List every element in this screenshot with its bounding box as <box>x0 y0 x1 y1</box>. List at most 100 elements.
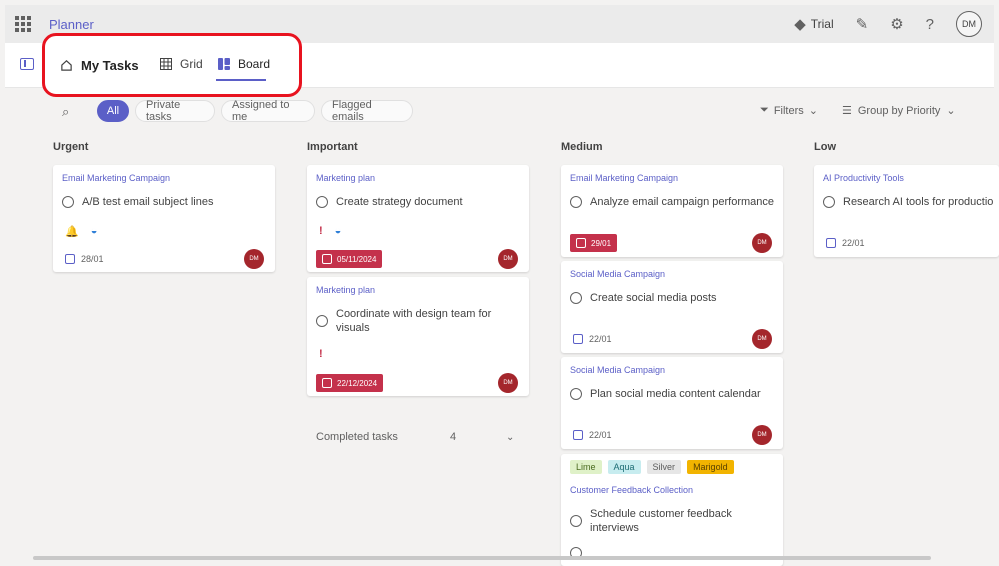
tab-my-tasks-label: My Tasks <box>81 58 139 73</box>
important-priority-icon: ! <box>319 225 323 237</box>
grid-icon <box>160 58 172 70</box>
task-row: Plan social media content calendar <box>570 387 761 401</box>
label-marigold: Marigold <box>687 460 734 474</box>
due-date-label: 29/01 <box>591 238 612 248</box>
task-card[interactable]: Email Marketing Campaign Analyze email c… <box>561 165 783 257</box>
label-list: Lime Aqua Silver Marigold <box>570 460 734 474</box>
megaphone-icon[interactable]: ✎ <box>856 17 869 32</box>
plan-name[interactable]: AI Productivity Tools <box>823 173 904 183</box>
diamond-icon: ◆ <box>794 15 806 33</box>
app-title[interactable]: Planner <box>49 17 94 32</box>
calendar-icon <box>322 254 332 264</box>
group-icon: ☰ <box>842 105 852 117</box>
due-date-overdue[interactable]: 05/11/2024 <box>316 250 383 268</box>
column-title-important: Important <box>307 141 358 153</box>
task-card[interactable]: Email Marketing Campaign A/B test email … <box>53 165 275 272</box>
task-title: Plan social media content calendar <box>590 388 761 400</box>
chip-flagged-emails[interactable]: Flagged emails <box>321 99 413 123</box>
task-title: Analyze email campaign performance <box>590 196 775 208</box>
chevron-down-icon: ⌄ <box>946 105 956 117</box>
tab-board[interactable]: Board <box>218 57 270 71</box>
task-markers: ! ◒ <box>319 225 341 237</box>
complete-checkbox[interactable] <box>570 388 582 400</box>
task-row: Research AI tools for productio <box>823 195 993 209</box>
task-row: Schedule customer feedback interviews <box>570 507 760 535</box>
chip-assigned-to-me[interactable]: Assigned to me <box>221 99 315 123</box>
complete-checkbox[interactable] <box>316 196 328 208</box>
task-title: A/B test email subject lines <box>82 196 214 208</box>
task-title: Create social media posts <box>590 292 717 304</box>
home-icon <box>61 60 72 71</box>
chip-private-tasks[interactable]: Private tasks <box>135 99 215 123</box>
completed-tasks-toggle[interactable]: Completed tasks 4 ⌄ <box>316 431 522 443</box>
sidebar-toggle-icon[interactable] <box>20 58 34 70</box>
task-card[interactable]: Social Media Campaign Plan social media … <box>561 357 783 449</box>
gear-icon[interactable]: ⚙ <box>890 17 903 32</box>
due-date[interactable]: 22/01 <box>573 430 612 440</box>
filters-button[interactable]: ⏷ Filters ⌄ <box>760 104 818 117</box>
complete-checkbox[interactable] <box>570 515 582 527</box>
search-icon[interactable]: ⌕ <box>62 104 69 120</box>
tab-grid[interactable]: Grid <box>160 57 203 71</box>
help-icon[interactable]: ? <box>926 17 934 32</box>
progress-icon: ◒ <box>90 225 98 237</box>
complete-checkbox[interactable] <box>570 196 582 208</box>
assignee-avatar[interactable]: DM <box>244 249 264 269</box>
task-card[interactable]: Social Media Campaign Create social medi… <box>561 261 783 353</box>
urgent-priority-icon: 🔔 <box>65 226 79 238</box>
board-icon <box>218 58 230 70</box>
calendar-icon <box>322 378 332 388</box>
complete-checkbox[interactable] <box>62 196 74 208</box>
completed-tasks-count: 4 <box>450 431 457 443</box>
calendar-icon <box>826 238 836 248</box>
assignee-avatar[interactable]: DM <box>498 373 518 393</box>
task-card[interactable]: Lime Aqua Silver Marigold Customer Feedb… <box>561 454 783 566</box>
complete-checkbox[interactable] <box>823 196 835 208</box>
plan-name[interactable]: Email Marketing Campaign <box>570 173 678 183</box>
chip-all[interactable]: All <box>97 100 129 122</box>
plan-name[interactable]: Email Marketing Campaign <box>62 173 170 183</box>
plan-name[interactable]: Marketing plan <box>316 285 375 295</box>
task-card[interactable]: AI Productivity Tools Research AI tools … <box>814 165 999 257</box>
assignee-avatar[interactable]: DM <box>752 329 772 349</box>
task-title: Coordinate with design team for visuals <box>336 308 492 334</box>
completed-tasks-label: Completed tasks <box>316 431 398 443</box>
filters-label: Filters <box>773 104 804 117</box>
trial-button[interactable]: ◆ Trial <box>794 17 833 32</box>
plan-name[interactable]: Social Media Campaign <box>570 365 665 375</box>
task-row: A/B test email subject lines <box>62 195 213 209</box>
due-date-overdue[interactable]: 22/12/2024 <box>316 374 384 392</box>
label-silver: Silver <box>646 460 682 474</box>
horizontal-scrollbar[interactable] <box>33 556 931 560</box>
filter-icon: ⏷ <box>760 104 769 116</box>
due-date[interactable]: 22/01 <box>573 334 612 344</box>
label-lime: Lime <box>570 460 602 474</box>
assignee-avatar[interactable]: DM <box>752 233 772 253</box>
calendar-icon <box>573 334 583 344</box>
plan-name[interactable]: Customer Feedback Collection <box>570 485 693 495</box>
task-title: Create strategy document <box>336 196 463 208</box>
important-priority-icon: ! <box>319 348 323 360</box>
due-date-label: 22/12/2024 <box>337 378 378 388</box>
group-by-button[interactable]: ☰ Group by Priority ⌄ <box>842 104 956 118</box>
due-date-overdue[interactable]: 29/01 <box>570 234 618 252</box>
chevron-down-icon: ⌄ <box>808 105 818 117</box>
task-row: Analyze email campaign performance <box>570 195 774 209</box>
due-date-label: 28/01 <box>81 254 104 264</box>
column-title-medium: Medium <box>561 141 603 153</box>
assignee-avatar[interactable]: DM <box>498 249 518 269</box>
task-card[interactable]: Marketing plan Create strategy document … <box>307 165 529 272</box>
assignee-avatar[interactable]: DM <box>752 425 772 445</box>
plan-name[interactable]: Marketing plan <box>316 173 375 183</box>
task-row: Create social media posts <box>570 291 717 305</box>
due-date[interactable]: 22/01 <box>826 238 865 248</box>
due-date[interactable]: 28/01 <box>65 254 104 264</box>
complete-checkbox[interactable] <box>316 315 328 327</box>
complete-checkbox[interactable] <box>570 292 582 304</box>
account-avatar[interactable]: DM <box>956 11 982 37</box>
plan-name[interactable]: Social Media Campaign <box>570 269 665 279</box>
app-launcher-icon[interactable] <box>15 16 31 32</box>
task-card[interactable]: Marketing plan Coordinate with design te… <box>307 277 529 396</box>
tab-my-tasks[interactable]: My Tasks <box>60 58 139 73</box>
subtask-row <box>570 546 582 564</box>
